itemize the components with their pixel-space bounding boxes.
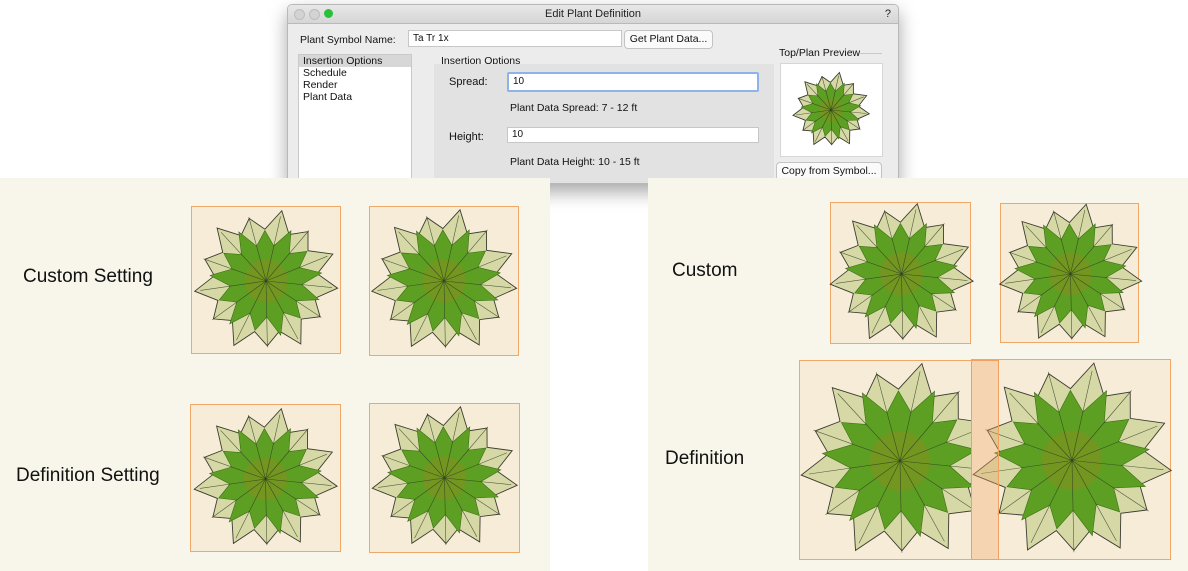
plant-symbol-name-label: Plant Symbol Name: [300, 34, 396, 46]
category-item-plant-data[interactable]: Plant Data [299, 91, 411, 103]
plant-symbol[interactable] [369, 206, 519, 356]
definition-setting-label: Definition Setting [16, 465, 160, 486]
plant-data-spread-text: Plant Data Spread: 7 - 12 ft [510, 102, 638, 114]
plant-symbol[interactable] [190, 404, 341, 552]
plant-data-height-text: Plant Data Height: 10 - 15 ft [510, 156, 640, 168]
height-label: Height: [449, 131, 484, 143]
plant-symbol-preview-icon [792, 71, 871, 146]
plant-symbol-name-field[interactable]: Ta Tr 1x [408, 30, 622, 47]
plant-icon [829, 202, 975, 341]
category-item-render[interactable]: Render [299, 79, 411, 91]
plant-icon [972, 362, 1173, 553]
custom-setting-label: Custom Setting [23, 266, 153, 287]
edit-plant-definition-dialog: Edit Plant Definition ? Plant Symbol Nam… [287, 4, 899, 184]
get-plant-data-button[interactable]: Get Plant Data... [624, 30, 713, 49]
spread-label: Spread: [449, 76, 488, 88]
help-icon[interactable]: ? [885, 8, 891, 20]
category-item-insertion-options[interactable]: Insertion Options [299, 55, 411, 67]
left-drawing-canvas: Custom Setting Definition Setting [0, 178, 550, 571]
plant-symbol[interactable] [799, 360, 1001, 560]
spread-field[interactable]: 10 [507, 72, 759, 92]
plant-icon [998, 203, 1143, 340]
overlap-region [971, 360, 999, 560]
height-field[interactable]: 10 [507, 127, 759, 143]
plant-symbol[interactable] [829, 202, 975, 344]
plant-symbol[interactable] [971, 359, 1173, 560]
plant-symbol[interactable] [998, 203, 1143, 343]
top-plan-preview [780, 63, 883, 157]
plant-symbol[interactable] [191, 206, 341, 354]
right-drawing-canvas: Custom Definition [648, 178, 1188, 571]
plant-icon [371, 405, 519, 546]
custom-label: Custom [672, 260, 738, 281]
plant-icon [193, 407, 339, 546]
category-item-schedule[interactable]: Schedule [299, 67, 411, 79]
definition-label: Definition [665, 448, 745, 469]
dialog-titlebar[interactable]: Edit Plant Definition ? [288, 5, 898, 24]
dialog-title: Edit Plant Definition [545, 8, 641, 20]
top-plan-preview-heading: Top/Plan Preview [779, 47, 861, 59]
preview-heading-divider [860, 53, 882, 54]
plant-symbol[interactable] [369, 403, 520, 553]
category-list: Insertion Options Schedule Render Plant … [298, 54, 412, 183]
plant-icon [370, 208, 518, 349]
plant-icon [193, 209, 339, 348]
